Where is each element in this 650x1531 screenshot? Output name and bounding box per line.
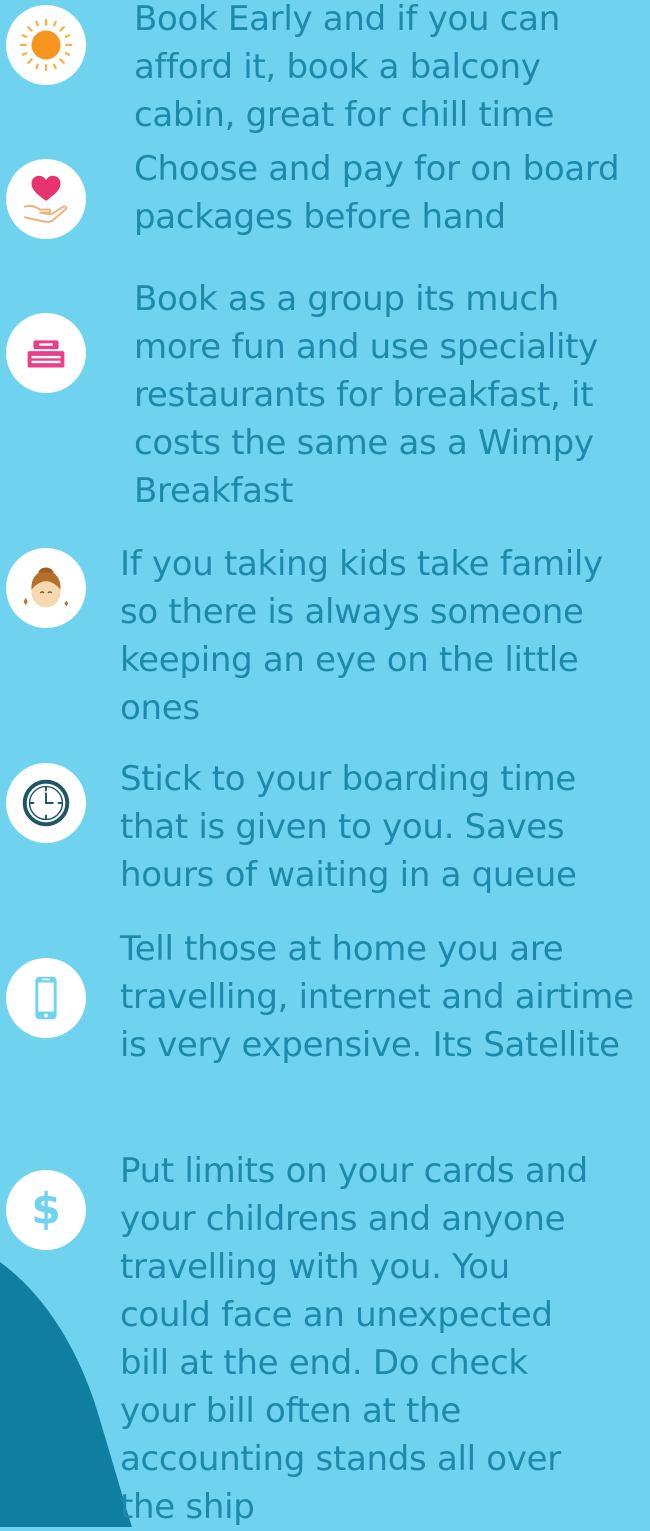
tip-text-3: Book as a group its much more fun and us… — [134, 279, 598, 511]
cake-icon — [6, 313, 86, 393]
clock-icon — [6, 763, 86, 843]
tip-text-1: Book Early and if you can afford it, boo… — [134, 0, 560, 135]
tip-text-5: Stick to your boarding time that is give… — [120, 759, 577, 895]
sun-icon — [6, 5, 86, 85]
mobile-phone-icon — [6, 958, 86, 1038]
child-face-icon — [6, 548, 86, 628]
tip-text-7: Put limits on your cards and your childr… — [120, 1151, 588, 1527]
tip-text-6: Tell those at home you are travelling, i… — [120, 929, 634, 1065]
tip-text-4: If you taking kids take family so there … — [120, 544, 603, 728]
heart-in-hand-icon — [6, 159, 86, 239]
tip-text-2: Choose and pay for on board packages bef… — [134, 149, 620, 237]
infographic: { "tips": [ {"icon": "sun-icon", "text":… — [0, 0, 650, 1527]
svg-text:$: $ — [31, 1186, 61, 1235]
dollar-icon: $ — [6, 1170, 86, 1250]
